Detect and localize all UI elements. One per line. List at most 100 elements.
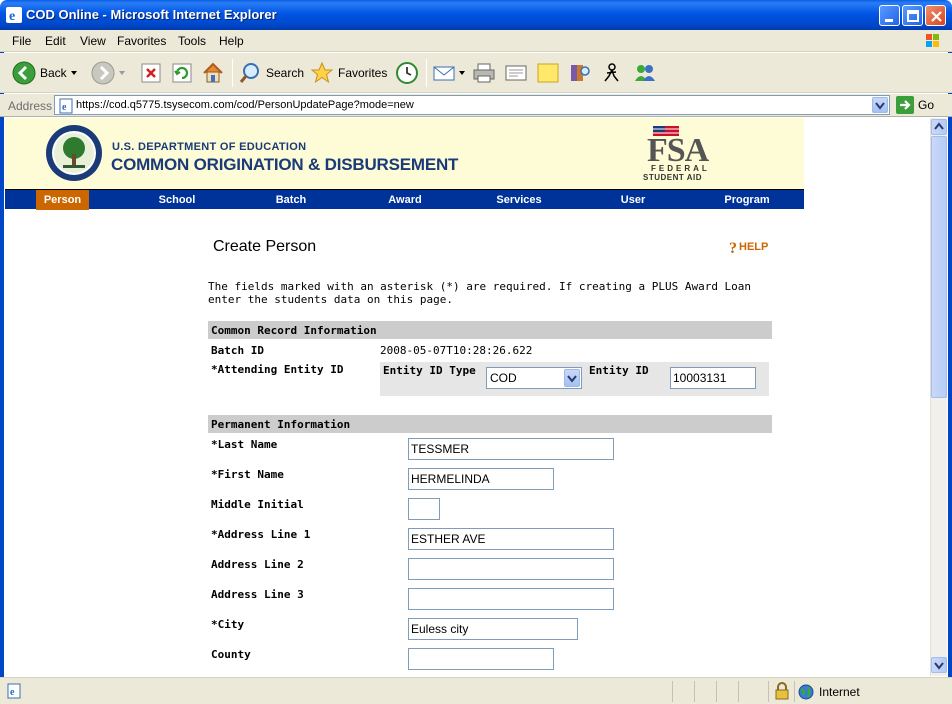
search-button[interactable]: Search — [238, 59, 304, 87]
tab-batch[interactable]: Batch — [265, 190, 317, 210]
messenger-button[interactable] — [600, 59, 624, 87]
scroll-thumb[interactable] — [931, 136, 947, 398]
address-line-2-input[interactable] — [408, 558, 614, 580]
scroll-down-button[interactable] — [931, 657, 947, 673]
favorites-button[interactable]: Favorites — [310, 59, 387, 87]
home-icon — [203, 62, 223, 83]
city-label: *City — [211, 618, 245, 631]
minimize-button[interactable] — [879, 5, 900, 26]
page-viewport: U.S. DEPARTMENT OF EDUCATION COMMON ORIG… — [5, 118, 930, 676]
home-button[interactable] — [201, 59, 225, 87]
entity-id-label: Entity ID — [589, 364, 649, 377]
menu-help[interactable]: Help — [219, 34, 244, 48]
chevron-down-icon — [459, 71, 465, 75]
refresh-button[interactable] — [171, 59, 193, 87]
department-seal-icon — [46, 125, 102, 181]
stop-button[interactable] — [140, 59, 162, 87]
edit-button[interactable] — [504, 59, 528, 87]
research-button[interactable] — [568, 59, 592, 87]
first-name-input[interactable]: HERMELINDA — [408, 468, 554, 490]
status-cell — [694, 681, 714, 702]
lock-icon — [775, 682, 789, 700]
chevron-down-icon — [567, 375, 577, 383]
menu-edit[interactable]: Edit — [45, 34, 66, 48]
mail-icon — [433, 66, 455, 81]
menu-file[interactable]: File — [12, 34, 31, 48]
window-frame-left — [0, 30, 4, 704]
tab-user[interactable]: User — [607, 190, 659, 210]
county-input[interactable] — [408, 648, 554, 670]
menu-tools[interactable]: Tools — [178, 34, 206, 48]
address-line-2-label: Address Line 2 — [211, 558, 304, 571]
globe-icon — [798, 684, 814, 700]
close-icon — [931, 11, 942, 22]
address-bar: Address e https://cod.q5775.tsysecom.com… — [0, 94, 952, 117]
title-bar[interactable]: e COD Online - Microsoft Internet Explor… — [0, 0, 952, 30]
print-button[interactable] — [472, 59, 496, 87]
toolbar-separator — [232, 59, 233, 87]
window-frame-right — [948, 30, 952, 704]
history-button[interactable] — [395, 59, 419, 87]
chevron-down-icon — [934, 662, 944, 670]
minimize-icon — [885, 19, 893, 22]
close-button[interactable] — [925, 5, 946, 26]
address-label: Address — [8, 99, 53, 113]
search-label: Search — [266, 66, 305, 80]
city-input[interactable]: Euless city — [408, 618, 578, 640]
forward-arrow-icon — [91, 61, 115, 85]
security-zone: Internet — [798, 684, 860, 700]
mail-button[interactable] — [432, 59, 468, 87]
chevron-down-icon[interactable] — [67, 68, 81, 78]
address-input[interactable]: e https://cod.q5775.tsysecom.com/cod/Per… — [54, 95, 890, 115]
go-button[interactable]: Go — [896, 96, 934, 114]
entity-type-select[interactable]: COD — [486, 367, 582, 389]
address-line-1-input[interactable]: ESTHER AVE — [408, 528, 614, 550]
window-title: COD Online - Microsoft Internet Explorer — [26, 7, 277, 22]
discuss-button[interactable] — [536, 59, 560, 87]
back-button[interactable]: Back — [12, 59, 81, 87]
section-permanent: Permanent Information — [208, 415, 772, 433]
svg-text:e: e — [9, 9, 15, 23]
first-name-label: *First Name — [211, 468, 284, 481]
tab-school[interactable]: School — [151, 190, 203, 210]
favorites-label: Favorites — [338, 66, 388, 80]
go-label: Go — [918, 98, 935, 112]
entity-type-value: COD — [490, 371, 517, 385]
status-cell — [738, 681, 758, 702]
entity-id-input[interactable]: 10003131 — [670, 367, 756, 389]
back-arrow-icon — [12, 61, 36, 85]
tab-award[interactable]: Award — [379, 190, 431, 210]
address-line-3-input[interactable] — [408, 588, 614, 610]
section-common-record: Common Record Information — [208, 321, 772, 339]
scroll-up-button[interactable] — [931, 119, 947, 135]
entity-type-dropdown[interactable] — [564, 369, 580, 387]
research-icon — [571, 65, 590, 81]
menu-view[interactable]: View — [80, 34, 106, 48]
svg-text:e: e — [10, 687, 15, 698]
menu-bar: File Edit View Favorites Tools Help — [0, 30, 952, 52]
status-bar: e Internet — [0, 677, 952, 704]
back-label: Back — [40, 66, 67, 80]
fsa-logo: FSA FEDERAL STUDENT AID — [639, 122, 713, 184]
help-link[interactable]: ? HELP — [729, 239, 768, 255]
address-dropdown-button[interactable] — [872, 97, 888, 113]
menu-favorites[interactable]: Favorites — [117, 34, 166, 48]
page-status-icon: e — [7, 683, 21, 699]
contacts-button[interactable] — [632, 59, 658, 87]
middle-initial-input[interactable] — [408, 498, 440, 520]
forward-button[interactable] — [91, 59, 129, 87]
tab-person[interactable]: Person — [36, 190, 89, 210]
page-icon: e — [59, 98, 73, 114]
last-name-input[interactable]: TESSMER — [408, 438, 614, 460]
vertical-scrollbar[interactable] — [930, 118, 947, 676]
maximize-button[interactable] — [902, 5, 923, 26]
intro-text: The fields marked with an asterisk (*) a… — [208, 280, 752, 306]
status-cell — [716, 681, 736, 702]
svg-text:?: ? — [729, 240, 737, 255]
toolbar: Back Search Favorites — [0, 53, 952, 93]
stop-icon — [141, 63, 161, 83]
tab-services[interactable]: Services — [484, 190, 554, 210]
tab-program[interactable]: Program — [713, 190, 781, 210]
fsa-student-aid: STUDENT AID — [643, 173, 702, 182]
question-mark-icon: ? — [729, 240, 737, 255]
